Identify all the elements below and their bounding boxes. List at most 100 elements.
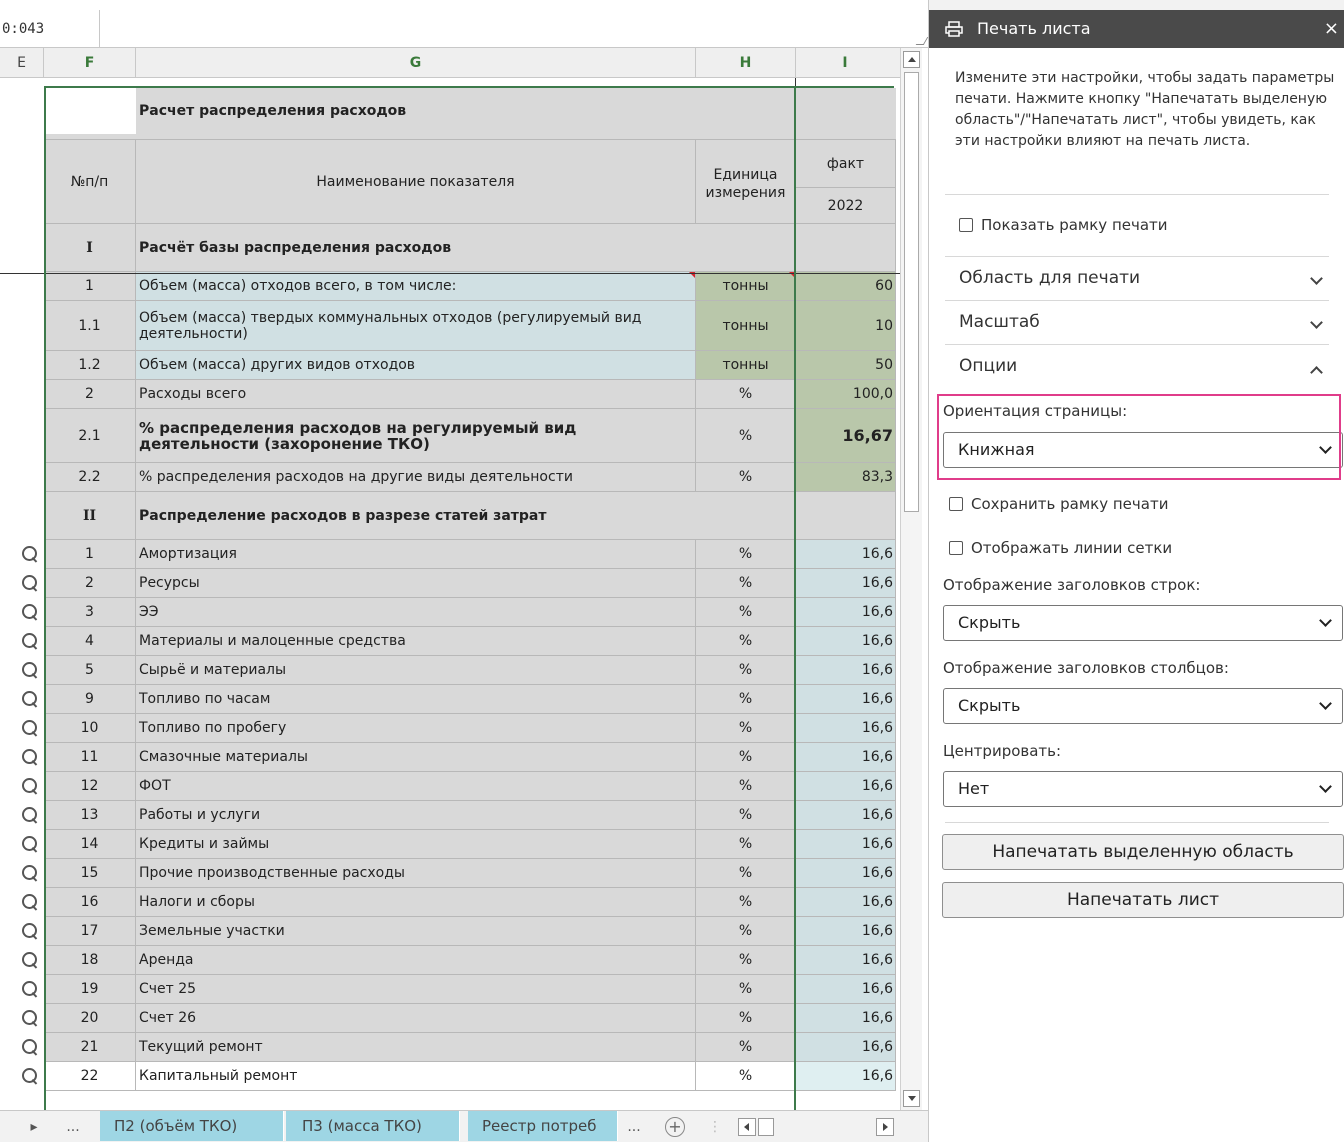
row-unit-cell[interactable]: % [696, 743, 796, 772]
magnifier-icon[interactable] [20, 602, 40, 622]
value-cell[interactable] [796, 492, 896, 540]
print-sheet-button[interactable]: Напечатать лист [942, 882, 1344, 918]
header-fact[interactable]: факт [796, 140, 896, 188]
row-name-cell[interactable]: Аренда [136, 946, 696, 975]
header-year[interactable]: 2022 [796, 188, 896, 224]
row-name-cell[interactable]: Расходы всего [136, 380, 696, 409]
row-name-cell[interactable]: Капитальный ремонт [136, 1062, 696, 1091]
row-value-cell[interactable]: 16,6 [796, 685, 896, 714]
row-value-cell[interactable]: 16,6 [796, 569, 896, 598]
row-value-cell[interactable]: 16,67 [796, 409, 896, 463]
checkbox-box[interactable] [959, 218, 973, 232]
row-unit-cell[interactable]: тонны [696, 301, 796, 351]
row-unit-cell[interactable]: % [696, 685, 796, 714]
cell-reference-box[interactable]: 0:043 [0, 10, 100, 48]
scroll-thumb[interactable] [904, 72, 919, 512]
column-header-f[interactable]: F [44, 48, 136, 78]
row-unit-cell[interactable]: % [696, 714, 796, 743]
row-number-cell[interactable]: 22 [44, 1062, 136, 1091]
header-unit[interactable]: Единица измерения [696, 140, 796, 224]
row-name-cell[interactable]: Смазочные материалы [136, 743, 696, 772]
row-unit-cell[interactable]: % [696, 888, 796, 917]
row-number-cell[interactable]: 18 [44, 946, 136, 975]
row-number-cell[interactable]: 2 [44, 569, 136, 598]
row-name-cell[interactable]: Текущий ремонт [136, 1033, 696, 1062]
row-name-cell[interactable]: Объем (масса) отходов всего, в том числе… [136, 272, 696, 301]
row-unit-cell[interactable]: % [696, 801, 796, 830]
row-name-cell[interactable]: Налоги и сборы [136, 888, 696, 917]
magnifier-icon[interactable] [20, 660, 40, 680]
row-unit-cell[interactable]: % [696, 627, 796, 656]
row-unit-cell[interactable]: % [696, 830, 796, 859]
orientation-select[interactable]: Книжная [943, 432, 1343, 468]
row-number-cell[interactable]: 4 [44, 627, 136, 656]
magnifier-icon[interactable] [20, 544, 40, 564]
row-number-cell[interactable]: 2.1 [44, 409, 136, 463]
row-unit-cell[interactable]: % [696, 1004, 796, 1033]
row-number-cell[interactable]: 1.1 [44, 301, 136, 351]
row-unit-cell[interactable]: % [696, 380, 796, 409]
row-value-cell[interactable]: 83,3 [796, 463, 896, 492]
close-icon[interactable]: × [1324, 10, 1339, 48]
section-number-cell[interactable]: I [44, 224, 136, 272]
scroll-down-icon[interactable] [903, 1090, 920, 1107]
magnifier-icon[interactable] [20, 573, 40, 593]
row-value-cell[interactable]: 16,6 [796, 598, 896, 627]
magnifier-icon[interactable] [20, 805, 40, 825]
row-value-cell[interactable]: 16,6 [796, 917, 896, 946]
magnifier-icon[interactable] [20, 718, 40, 738]
row-name-cell[interactable]: ЭЭ [136, 598, 696, 627]
row-number-cell[interactable]: 12 [44, 772, 136, 801]
row-name-cell[interactable]: Топливо по часам [136, 685, 696, 714]
magnifier-icon[interactable] [20, 689, 40, 709]
row-name-cell[interactable]: Топливо по пробегу [136, 714, 696, 743]
row-value-cell[interactable]: 16,6 [796, 1062, 896, 1091]
checkbox-box[interactable] [949, 541, 963, 555]
tab-registry[interactable]: Реестр потреб [468, 1111, 618, 1141]
header-num[interactable]: №п/п [44, 140, 136, 224]
checkbox-box[interactable] [949, 497, 963, 511]
row-name-cell[interactable]: Земельные участки [136, 917, 696, 946]
row-value-cell[interactable]: 16,6 [796, 772, 896, 801]
row-unit-cell[interactable]: % [696, 569, 796, 598]
row-value-cell[interactable]: 16,6 [796, 1033, 896, 1062]
magnifier-icon[interactable] [20, 921, 40, 941]
column-header-g[interactable]: G [136, 48, 696, 78]
center-select[interactable]: Нет [943, 771, 1343, 807]
tab-ellipsis-left[interactable]: ... [58, 1111, 88, 1142]
accordion-options[interactable]: Опции [959, 344, 1329, 388]
tab-splitter-handle[interactable]: ⋮ [708, 1111, 722, 1142]
tab-p3[interactable]: П3 (масса ТКО) [286, 1111, 460, 1141]
row-unit-cell[interactable]: % [696, 540, 796, 569]
magnifier-icon[interactable] [20, 1066, 40, 1086]
row-number-cell[interactable]: 20 [44, 1004, 136, 1033]
row-unit-cell[interactable]: % [696, 1062, 796, 1091]
column-header-h[interactable]: H [696, 48, 796, 78]
magnifier-icon[interactable] [20, 747, 40, 767]
row-value-cell[interactable]: 16,6 [796, 946, 896, 975]
row-value-cell[interactable]: 16,6 [796, 975, 896, 1004]
row-unit-cell[interactable]: % [696, 975, 796, 1004]
row-name-cell[interactable]: ФОТ [136, 772, 696, 801]
row-value-cell[interactable]: 16,6 [796, 627, 896, 656]
row-unit-cell[interactable]: % [696, 409, 796, 463]
magnifier-icon[interactable] [20, 631, 40, 651]
save-frame-checkbox[interactable]: Сохранить рамку печати [949, 495, 1168, 513]
magnifier-icon[interactable] [20, 1037, 40, 1057]
row-number-cell[interactable]: 9 [44, 685, 136, 714]
row-value-cell[interactable]: 16,6 [796, 714, 896, 743]
row-value-cell[interactable]: 16,6 [796, 743, 896, 772]
horizontal-scrollbar[interactable] [738, 1118, 894, 1136]
tab-scroll-right-icon[interactable]: ▸ [22, 1111, 46, 1142]
row-unit-cell[interactable]: % [696, 772, 796, 801]
scroll-left-icon[interactable] [738, 1118, 756, 1136]
row-number-cell[interactable]: 3 [44, 598, 136, 627]
row-number-cell[interactable]: 14 [44, 830, 136, 859]
row-unit-cell[interactable]: % [696, 859, 796, 888]
magnifier-icon[interactable] [20, 979, 40, 999]
scroll-right-icon[interactable] [876, 1118, 894, 1136]
row-value-cell[interactable]: 16,6 [796, 859, 896, 888]
magnifier-icon[interactable] [20, 950, 40, 970]
title-blank-cell[interactable] [44, 88, 136, 134]
row-name-cell[interactable]: % распределения расходов на регулируемый… [136, 409, 696, 463]
